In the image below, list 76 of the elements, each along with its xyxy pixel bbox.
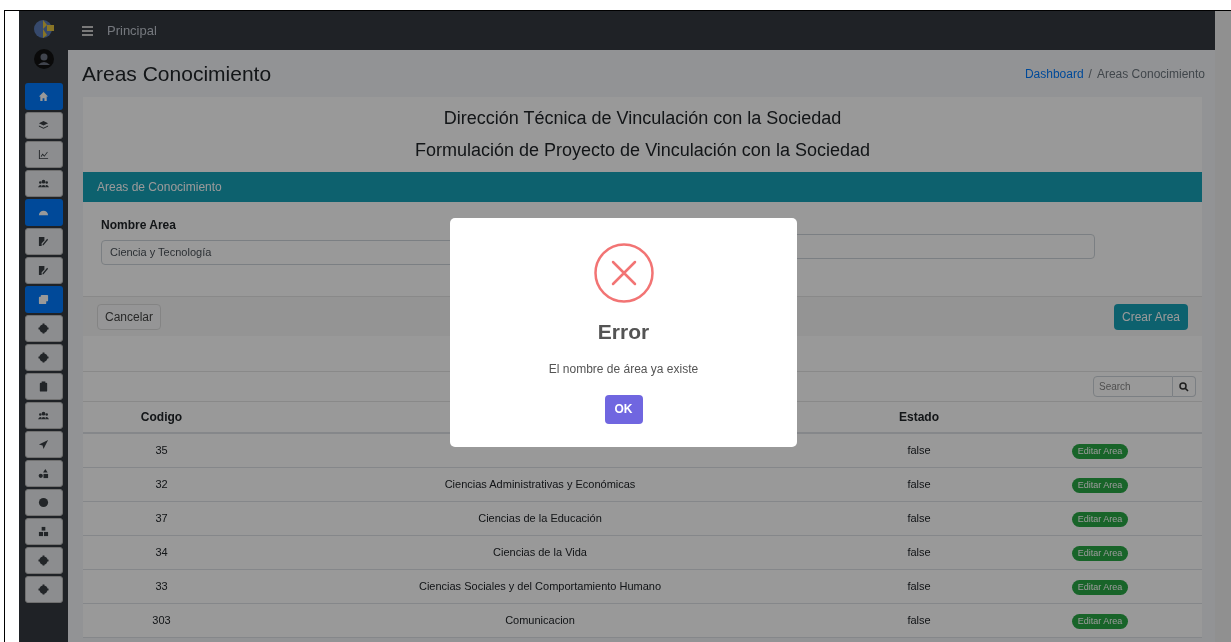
create-button[interactable]: Crear Area: [1113, 303, 1188, 330]
table-cell: Ciencias de la Educación: [478, 512, 602, 525]
table-cell: false: [907, 512, 931, 525]
sidebar-item[interactable]: [24, 518, 63, 545]
sidebar-item[interactable]: [24, 373, 63, 400]
sidebar-item[interactable]: [24, 286, 63, 313]
edit-icon: [38, 236, 49, 247]
copy-icon: [38, 294, 49, 305]
edit-area-button[interactable]: Editar Area: [1071, 444, 1129, 460]
dialog-title: Error: [597, 319, 650, 345]
sidebar-item[interactable]: [24, 141, 63, 168]
table-cell: false: [907, 614, 931, 627]
breadcrumb-separator: /: [1088, 65, 1092, 83]
table-cell: 33: [155, 580, 168, 593]
edit-area-button[interactable]: Editar Area: [1071, 580, 1129, 596]
home-icon: [38, 91, 49, 102]
nav-link[interactable]: Principal: [107, 20, 157, 41]
table-cell: 35: [155, 444, 168, 457]
table-cell: Ciencias de la Vida: [493, 546, 587, 559]
sidebar-item[interactable]: [24, 199, 63, 226]
error-icon: [593, 243, 654, 303]
breadcrumb-current: Areas Conocimiento: [1096, 65, 1205, 83]
column-header: Codigo: [140, 410, 183, 424]
column-header: Estado: [899, 410, 939, 424]
sidebar-item[interactable]: [24, 315, 63, 342]
sidebar-item[interactable]: [24, 83, 63, 110]
layers-icon: [38, 120, 49, 131]
scrollbar-track[interactable]: [1215, 11, 1231, 642]
sidebar-item[interactable]: [24, 228, 63, 255]
table-cell: false: [907, 580, 931, 593]
search-button[interactable]: [1173, 376, 1196, 397]
table-cell: 303: [152, 614, 171, 627]
logo-icon: [32, 17, 55, 41]
table-cell: Ciencias Administrativas y Económicas: [444, 478, 636, 491]
card-header: Areas de Conocimiento: [83, 172, 1202, 202]
sidebar-item[interactable]: [24, 170, 63, 197]
sidebar-item[interactable]: [24, 547, 63, 574]
users-icon: [38, 410, 49, 421]
sidebar-item[interactable]: [24, 460, 63, 487]
boxes-icon: [38, 526, 49, 537]
table-cell: false: [907, 478, 931, 491]
breadcrumb-link[interactable]: Dashboard: [1024, 64, 1084, 83]
ok-button[interactable]: OK: [604, 394, 643, 424]
sidebar-item[interactable]: [24, 431, 63, 458]
edit-area-button[interactable]: Editar Area: [1071, 546, 1129, 562]
sidebar-item[interactable]: [24, 576, 63, 603]
page-title: Areas Conocimiento: [82, 60, 272, 87]
sidebar-item[interactable]: [24, 344, 63, 371]
field-label: Nombre Area: [101, 217, 177, 234]
table-cell: 32: [155, 478, 168, 491]
section-heading: Dirección Técnica de Vinculación con la Sociedad: [443, 107, 842, 130]
edit-icon: [38, 265, 49, 276]
users-icon: [38, 178, 49, 189]
edit-area-button[interactable]: Editar Area: [1071, 512, 1129, 528]
table-cell: Ciencias Sociales y del Comportamiento Humano: [418, 580, 662, 593]
clipboard-icon: [38, 381, 49, 392]
sidebar-item[interactable]: [24, 402, 63, 429]
send-icon: [38, 439, 49, 450]
table-cell: 34: [155, 546, 168, 559]
search-field[interactable]: Search: [1093, 376, 1173, 397]
sidebar-item[interactable]: [24, 489, 63, 516]
menu-icon[interactable]: [82, 25, 93, 36]
table-cell: Comunicacion: [505, 614, 575, 627]
table-cell: false: [907, 546, 931, 559]
chart-icon: [38, 149, 49, 160]
dialog-message: El nombre de área ya existe: [548, 360, 699, 378]
search-icon: [1179, 381, 1189, 392]
table-cell: 37: [155, 512, 168, 525]
edit-area-button[interactable]: Editar Area: [1071, 478, 1129, 494]
shapes-icon: [38, 468, 49, 479]
section-heading: Formulación de Proyecto de Vinculación con la Sociedad: [415, 139, 870, 162]
sidebar-item[interactable]: [24, 112, 63, 139]
table-cell: false: [907, 444, 931, 457]
sidebar-item[interactable]: [24, 257, 63, 284]
cancel-button[interactable]: Cancelar: [97, 303, 162, 330]
edit-area-button[interactable]: Editar Area: [1071, 614, 1129, 630]
